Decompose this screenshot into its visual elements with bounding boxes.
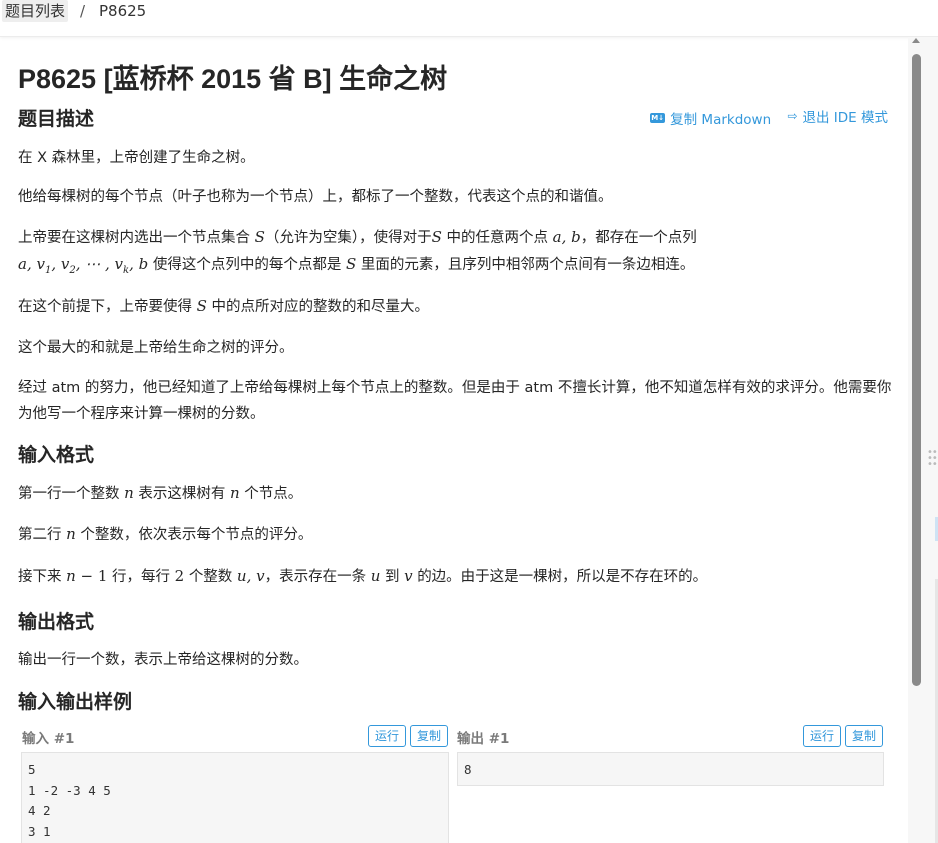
- run-button[interactable]: 运行: [368, 725, 407, 747]
- math-n: n: [124, 484, 134, 502]
- copy-input-button[interactable]: 复制: [410, 725, 449, 747]
- math-n-minus-1: n − 1: [66, 567, 108, 585]
- math-S: S: [431, 228, 442, 246]
- scroll-up-arrow-icon[interactable]: [912, 38, 920, 43]
- breadcrumb-current: P8625: [99, 2, 147, 20]
- description-paragraph: 经过 atm 的努力，他已经知道了上帝给每棵树上每个节点上的整数。但是由于 at…: [18, 380, 892, 422]
- math-n: n: [66, 525, 76, 543]
- output-format-paragraph: 输出一行一个数，表示上帝给这棵树的分数。: [18, 652, 308, 668]
- sign-out-icon: ⇨: [787, 109, 798, 123]
- vertical-scrollbar[interactable]: •• •• ••: [908, 37, 938, 843]
- math-a-b: a, b: [552, 228, 581, 246]
- sample-output-code[interactable]: 8: [457, 752, 884, 786]
- section-heading-description: 题目描述: [18, 109, 95, 130]
- run-output-button[interactable]: 运行: [803, 725, 842, 747]
- description-paragraph: 在这个前提下，上帝要使得 S 中的点所对应的整数的和尽量大。: [18, 297, 429, 315]
- description-paragraph: 这个最大的和就是上帝给生命之树的评分。: [18, 340, 294, 356]
- math-v: v: [404, 567, 413, 585]
- section-heading-samples: 输入输出样例: [18, 692, 133, 713]
- sample-input-code[interactable]: 5 1 -2 -3 4 5 4 2 3 1: [21, 752, 449, 843]
- scrollbar-thumb[interactable]: [912, 54, 921, 686]
- breadcrumb: 题目列表 / P8625: [0, 0, 938, 37]
- sample-output-label: 输出 #1: [457, 731, 510, 747]
- description-paragraph: 他给每棵树的每个节点（叶子也称为一个节点）上，都标了一个整数，代表这个点的和谐值…: [18, 189, 613, 205]
- input-format-paragraph: 第二行 n 个整数，依次表示每个节点的评分。: [18, 525, 313, 543]
- math-S: S: [254, 228, 265, 246]
- description-paragraph: 上帝要在这棵树内选出一个节点集合 S（允许为空集），使得对于S 中的任意两个点 …: [18, 228, 697, 276]
- math-2: 2: [174, 567, 185, 585]
- input-format-paragraph: 第一行一个整数 n 表示这棵树有 n 个节点。: [18, 484, 303, 502]
- copy-markdown-button[interactable]: M↓ 复制 Markdown: [650, 108, 771, 128]
- copy-markdown-label: 复制 Markdown: [670, 112, 772, 128]
- math-point-sequence: a, v1, v2, ⋯ , vk, b: [18, 255, 149, 276]
- page-title: P8625 [蓝桥杯 2015 省 B] 生命之树: [18, 64, 448, 94]
- section-heading-output-format: 输出格式: [18, 612, 95, 633]
- math-S: S: [196, 297, 207, 315]
- exit-ide-label: 退出 IDE 模式: [802, 110, 889, 126]
- drag-handle-icon[interactable]: •• •• ••: [927, 448, 938, 470]
- breadcrumb-problem-list-link[interactable]: 题目列表: [2, 0, 69, 22]
- copy-output-button[interactable]: 复制: [845, 725, 884, 747]
- math-S: S: [345, 255, 357, 273]
- input-format-paragraph: 接下来 n − 1 行，每行 2 个整数 u, v，表示存在一条 u 到 v 的…: [18, 567, 708, 585]
- breadcrumb-separator: /: [80, 2, 86, 20]
- problem-content: P8625 [蓝桥杯 2015 省 B] 生命之树 M↓ 复制 Markdown…: [0, 37, 908, 843]
- markdown-icon: M↓: [650, 113, 666, 123]
- section-heading-input-format: 输入格式: [18, 445, 95, 466]
- math-u-v: u, v: [236, 567, 265, 585]
- description-paragraph: 在 X 森林里，上帝创建了生命之树。: [18, 150, 255, 166]
- sample-input-label: 输入 #1: [22, 731, 75, 747]
- exit-ide-button[interactable]: ⇨ 退出 IDE 模式: [787, 106, 888, 126]
- math-u: u: [370, 567, 381, 585]
- math-n: n: [230, 484, 240, 502]
- problem-actions: M↓ 复制 Markdown ⇨ 退出 IDE 模式: [638, 106, 888, 128]
